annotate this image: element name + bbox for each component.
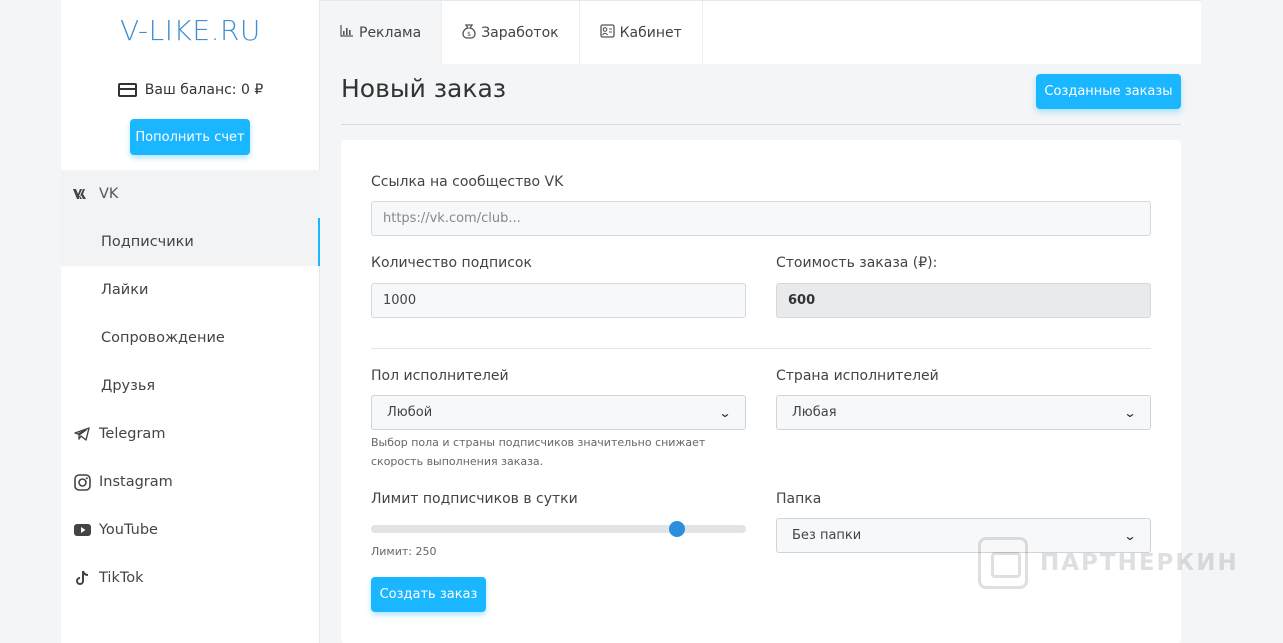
sidebar-item-label: Друзья — [101, 378, 156, 394]
create-order-button[interactable]: Создать заказ — [371, 577, 486, 612]
tab-label: Реклама — [359, 25, 422, 41]
sidebar-item-friends[interactable]: Друзья — [61, 362, 320, 410]
sidebar-item-label: Подписчики — [101, 234, 194, 250]
tab-cabinet[interactable]: Кабинет — [580, 1, 703, 65]
youtube-icon — [73, 521, 91, 539]
sidebar-item-label: TikTok — [99, 570, 144, 586]
sidebar-item-label: Instagram — [99, 474, 173, 490]
slider-track-fill — [371, 525, 677, 533]
community-link-input[interactable] — [371, 201, 1151, 236]
gender-select-value: Любой — [387, 405, 433, 420]
svg-text:$: $ — [467, 31, 471, 38]
country-select[interactable]: Любая ⌄ — [776, 395, 1151, 430]
sidebar-item-subscribers[interactable]: Подписчики — [61, 218, 320, 266]
sidebar-item-tiktok[interactable]: TikTok — [61, 554, 320, 602]
instagram-icon — [73, 473, 91, 491]
count-label: Количество подписок — [371, 255, 532, 271]
vk-icon — [73, 185, 91, 203]
sidebar-item-youtube[interactable]: YouTube — [61, 506, 320, 554]
watermark: ПАРТНЕРКИН — [978, 537, 1239, 589]
created-orders-button[interactable]: Созданные заказы — [1036, 74, 1181, 109]
money-bag-icon: $ — [462, 23, 476, 43]
sidebar-item-label: Сопровождение — [101, 330, 225, 346]
gender-select[interactable]: Любой ⌄ — [371, 395, 746, 430]
daily-limit-label: Лимит подписчиков в сутки — [371, 491, 578, 507]
form-divider — [371, 348, 1151, 349]
balance-display: Ваш баланс: 0 ₽ — [61, 82, 320, 98]
country-select-value: Любая — [792, 405, 837, 420]
folder-label: Папка — [776, 491, 822, 507]
subscription-count-input[interactable] — [371, 283, 746, 318]
gender-label: Пол исполнителей — [371, 368, 509, 384]
order-cost-field — [776, 283, 1151, 318]
sidebar-item-label: YouTube — [99, 522, 158, 538]
chevron-down-icon: ⌄ — [1123, 405, 1137, 420]
sidebar-item-label: VK — [99, 186, 119, 202]
tiktok-icon — [73, 569, 91, 587]
sidebar-item-support[interactable]: Сопровождение — [61, 314, 320, 362]
sidebar-nav: VK Подписчики Лайки Сопровождение Друзья… — [61, 170, 320, 602]
tab-earnings[interactable]: $ Заработок — [442, 1, 580, 65]
link-label: Ссылка на сообщество VK — [371, 174, 564, 190]
watermark-text: ПАРТНЕРКИН — [1040, 550, 1239, 576]
country-label: Страна исполнителей — [776, 368, 939, 384]
top-nav: Реклама $ Заработок Кабинет — [320, 0, 1201, 65]
folder-select-value: Без папки — [792, 528, 862, 543]
bar-chart-icon — [340, 25, 354, 41]
sidebar-item-instagram[interactable]: Instagram — [61, 458, 320, 506]
gender-country-hint: Выбор пола и страны подписчиков значител… — [371, 436, 706, 468]
cabinet-icon — [599, 24, 615, 42]
title-divider — [341, 124, 1181, 125]
site-logo[interactable]: V-LIKE.RU — [61, 14, 320, 47]
daily-limit-slider[interactable] — [371, 521, 746, 537]
sidebar-item-label: Лайки — [101, 282, 149, 298]
sidebar-item-vk[interactable]: VK — [61, 170, 320, 218]
sidebar: V-LIKE.RU Ваш баланс: 0 ₽ Пополнить счет… — [61, 0, 320, 643]
cost-label: Стоимость заказа (₽): — [776, 255, 938, 271]
topup-button[interactable]: Пополнить счет — [130, 119, 250, 155]
slider-thumb[interactable] — [668, 521, 685, 537]
sidebar-item-label: Telegram — [99, 426, 166, 442]
chevron-down-icon: ⌄ — [718, 405, 732, 420]
tab-advertising[interactable]: Реклама — [320, 1, 443, 65]
tab-label: Кабинет — [619, 25, 682, 41]
credit-card-icon — [117, 83, 137, 97]
balance-label: Ваш баланс: 0 ₽ — [144, 82, 264, 98]
tab-label: Заработок — [481, 25, 559, 41]
watermark-logo-icon — [978, 537, 1028, 589]
sidebar-item-likes[interactable]: Лайки — [61, 266, 320, 314]
page-title: Новый заказ — [341, 74, 507, 103]
telegram-icon — [73, 425, 91, 443]
limit-value-text: Лимит: 250 — [371, 545, 437, 558]
sidebar-item-telegram[interactable]: Telegram — [61, 410, 320, 458]
